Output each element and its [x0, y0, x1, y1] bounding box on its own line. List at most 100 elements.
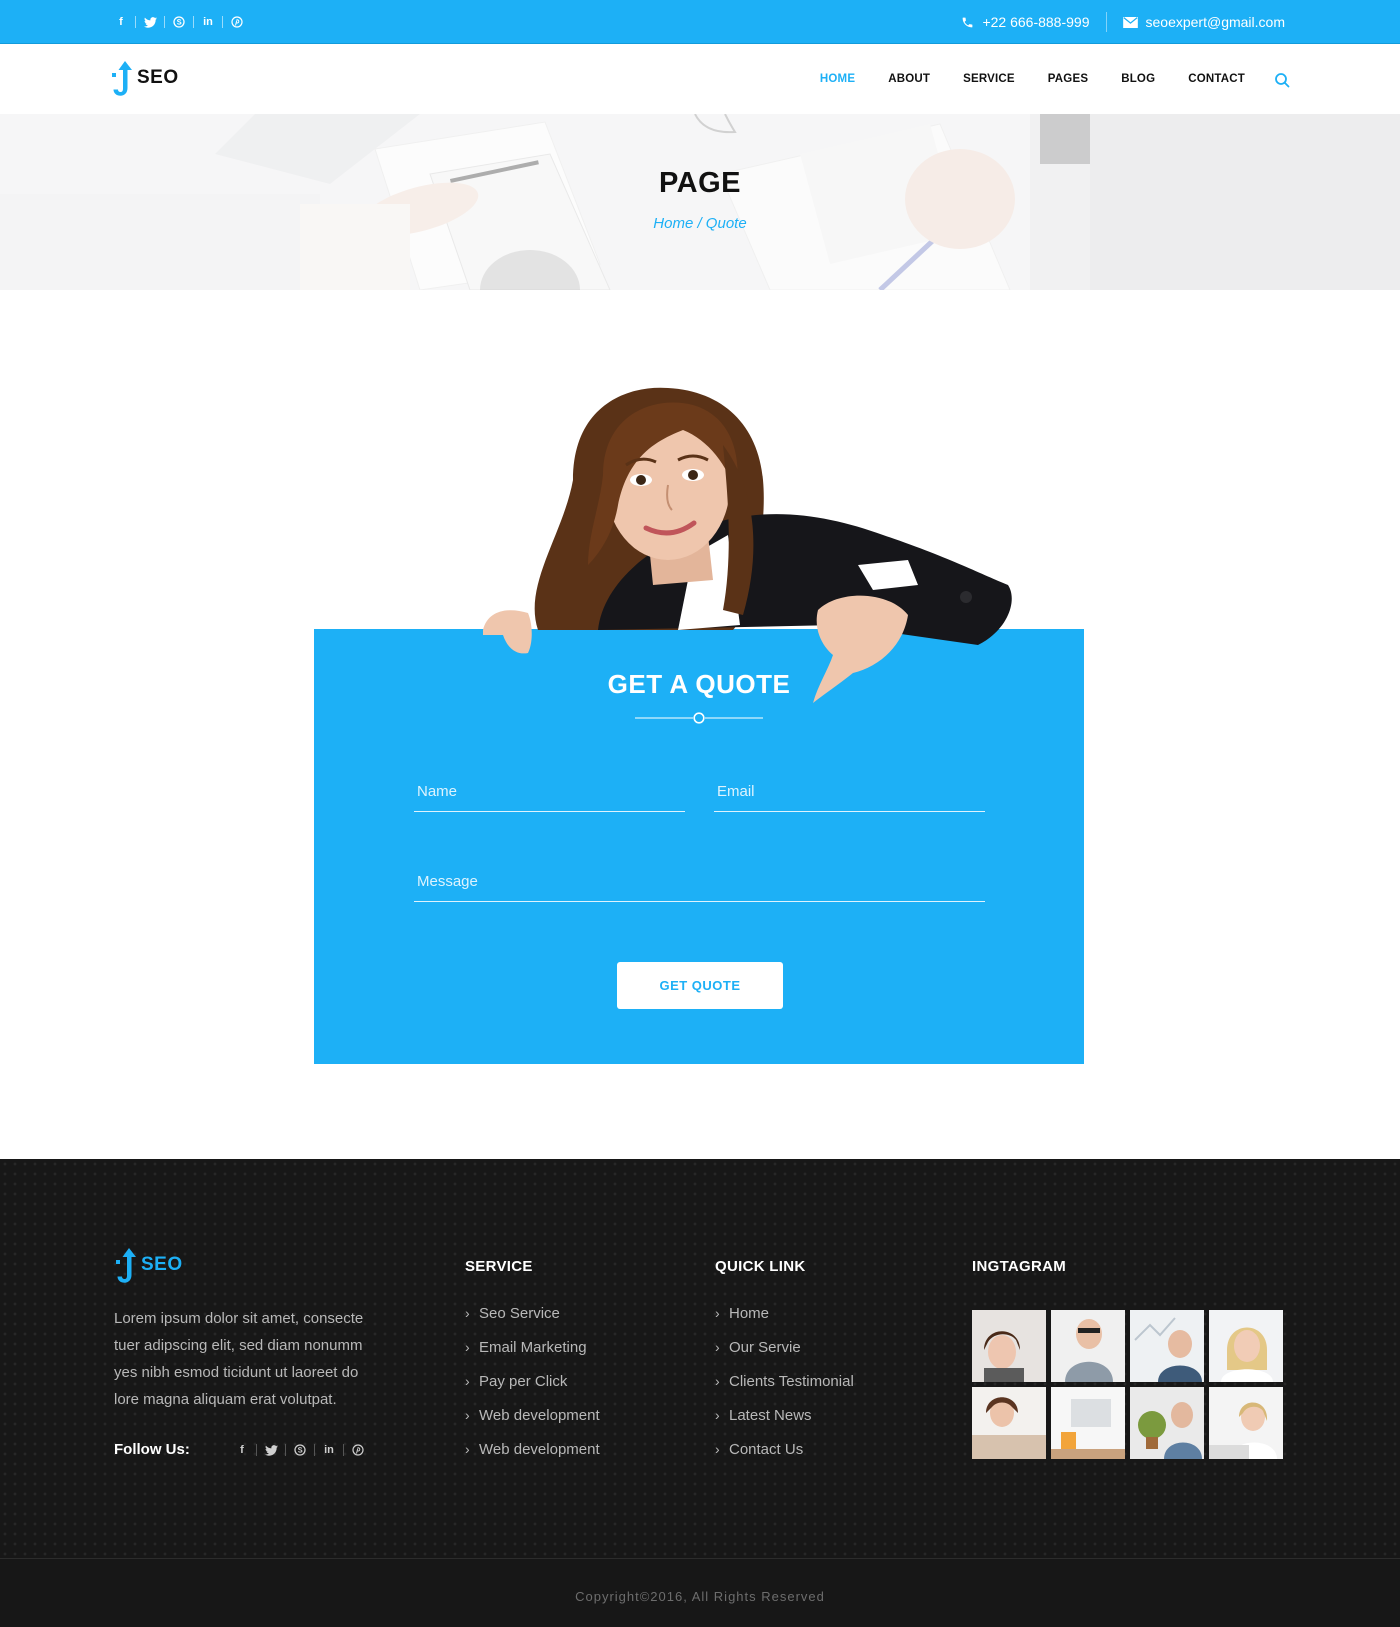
- chevron-right-icon: ›: [715, 1339, 720, 1355]
- logo-mark-icon: [116, 1248, 136, 1283]
- divider: [1105, 12, 1107, 32]
- facebook-icon[interactable]: f: [113, 14, 129, 30]
- chevron-right-icon: ›: [715, 1441, 720, 1457]
- page-banner: PAGE Home / Quote: [0, 114, 1400, 290]
- divider: [256, 1444, 257, 1456]
- link-label: Home: [729, 1305, 770, 1322]
- footer-link[interactable]: › Web development: [465, 1441, 600, 1475]
- message-input[interactable]: [414, 862, 985, 901]
- linkedin-icon[interactable]: in: [321, 1442, 337, 1458]
- instagram-photo[interactable]: [972, 1387, 1046, 1459]
- service-column-title: SERVICE: [465, 1258, 533, 1275]
- divider: [222, 16, 223, 28]
- main-header: SEO HOME ABOUT SERVICE PAGES BLOG CONTAC…: [0, 44, 1400, 114]
- quick-link-column-title: QUICK LINK: [715, 1258, 806, 1275]
- page-title: PAGE: [658, 167, 742, 199]
- chevron-right-icon: ›: [465, 1407, 470, 1423]
- pinterest-icon[interactable]: [350, 1442, 366, 1458]
- link-label: Latest News: [729, 1407, 812, 1424]
- service-links: › Seo Service › Email Marketing › Pay per C…: [465, 1305, 600, 1475]
- message-field: [414, 862, 985, 902]
- nav-contact[interactable]: CONTACT: [1188, 73, 1245, 85]
- nav-pages[interactable]: PAGES: [1048, 73, 1088, 85]
- quick-links: › Home › Our Servie › Clients Testimonial ›…: [715, 1305, 854, 1475]
- divider: [343, 1444, 344, 1456]
- follow-us-label: Follow Us:: [114, 1441, 190, 1458]
- instagram-photo[interactable]: [1051, 1310, 1125, 1382]
- link-label: Email Marketing: [479, 1339, 587, 1356]
- breadcrumb[interactable]: Home / Quote: [0, 215, 1400, 232]
- divider: [135, 16, 136, 28]
- name-input[interactable]: [414, 772, 685, 811]
- link-label: Web development: [479, 1407, 600, 1424]
- footer-link[interactable]: › Email Marketing: [465, 1339, 600, 1373]
- main-nav: HOME ABOUT SERVICE PAGES BLOG CONTACT: [820, 73, 1245, 85]
- footer-link[interactable]: › Web development: [465, 1407, 600, 1441]
- email-field: [714, 772, 985, 812]
- chevron-right-icon: ›: [715, 1305, 720, 1321]
- instagram-photo[interactable]: [1130, 1310, 1204, 1382]
- link-label: Our Servie: [729, 1339, 801, 1356]
- link-label: Clients Testimonial: [729, 1373, 854, 1390]
- divider: [193, 16, 194, 28]
- top-bar: f in +22 666-888-999 seoexpert@gmail.com: [0, 0, 1400, 44]
- logo-mark-icon: [112, 61, 132, 96]
- top-contact: +22 666-888-999 seoexpert@gmail.com: [961, 12, 1285, 32]
- chevron-right-icon: ›: [715, 1373, 720, 1389]
- twitter-icon[interactable]: [263, 1442, 279, 1458]
- footer-link[interactable]: › Seo Service: [465, 1305, 600, 1339]
- divider: [164, 16, 165, 28]
- instagram-photo[interactable]: [1051, 1387, 1125, 1459]
- chevron-right-icon: ›: [465, 1373, 470, 1389]
- twitter-icon[interactable]: [142, 14, 158, 30]
- chevron-right-icon: ›: [465, 1305, 470, 1321]
- banner-background-image: [0, 114, 1400, 290]
- nav-about[interactable]: ABOUT: [888, 73, 930, 85]
- logo-text: SEO: [141, 1254, 183, 1275]
- footer-divider: [0, 1558, 1400, 1559]
- footer-link[interactable]: › Pay per Click: [465, 1373, 600, 1407]
- top-social-links: f in: [113, 14, 245, 30]
- phone-number: +22 666-888-999: [982, 14, 1090, 30]
- footer-link[interactable]: › Clients Testimonial: [715, 1373, 854, 1407]
- instagram-photo[interactable]: [972, 1310, 1046, 1382]
- instagram-photo[interactable]: [1209, 1310, 1283, 1382]
- footer-link[interactable]: › Home: [715, 1305, 854, 1339]
- phone-item[interactable]: +22 666-888-999: [961, 14, 1090, 30]
- pinterest-icon[interactable]: [229, 14, 245, 30]
- chevron-right-icon: ›: [465, 1339, 470, 1355]
- divider: [285, 1444, 286, 1456]
- skype-icon[interactable]: [292, 1442, 308, 1458]
- link-label: Seo Service: [479, 1305, 560, 1322]
- logo-text: SEO: [137, 67, 179, 88]
- nav-blog[interactable]: BLOG: [1121, 73, 1155, 85]
- copyright-text: Copyright©2016, All Rights Reserved: [575, 1589, 825, 1604]
- footer-logo[interactable]: SEO: [114, 1246, 183, 1284]
- chevron-right-icon: ›: [465, 1441, 470, 1457]
- site-logo[interactable]: SEO: [110, 59, 179, 97]
- instagram-photo[interactable]: [1209, 1387, 1283, 1459]
- get-quote-button[interactable]: GET QUOTE: [617, 962, 783, 1009]
- chevron-right-icon: ›: [715, 1407, 720, 1423]
- skype-icon[interactable]: [171, 14, 187, 30]
- footer-link[interactable]: › Our Servie: [715, 1339, 854, 1373]
- footer-link[interactable]: › Contact Us: [715, 1441, 854, 1475]
- link-label: Pay per Click: [479, 1373, 568, 1390]
- divider: [314, 1444, 315, 1456]
- linkedin-icon[interactable]: in: [200, 14, 216, 30]
- email-address: seoexpert@gmail.com: [1145, 14, 1286, 30]
- nav-home[interactable]: HOME: [820, 73, 855, 85]
- instagram-gallery: [972, 1310, 1285, 1459]
- footer-about-text: Lorem ipsum dolor sit amet, consecte tue…: [114, 1310, 364, 1408]
- link-label: Web development: [479, 1441, 600, 1458]
- search-icon[interactable]: [1274, 72, 1290, 88]
- email-input[interactable]: [714, 772, 985, 811]
- name-field: [414, 772, 685, 812]
- nav-service[interactable]: SERVICE: [963, 73, 1015, 85]
- footer-link[interactable]: › Latest News: [715, 1407, 854, 1441]
- instagram-photo[interactable]: [1130, 1387, 1204, 1459]
- businesswoman-image: [483, 387, 1012, 703]
- facebook-icon[interactable]: f: [234, 1442, 250, 1458]
- link-label: Contact Us: [729, 1441, 804, 1458]
- email-item[interactable]: seoexpert@gmail.com: [1122, 14, 1286, 30]
